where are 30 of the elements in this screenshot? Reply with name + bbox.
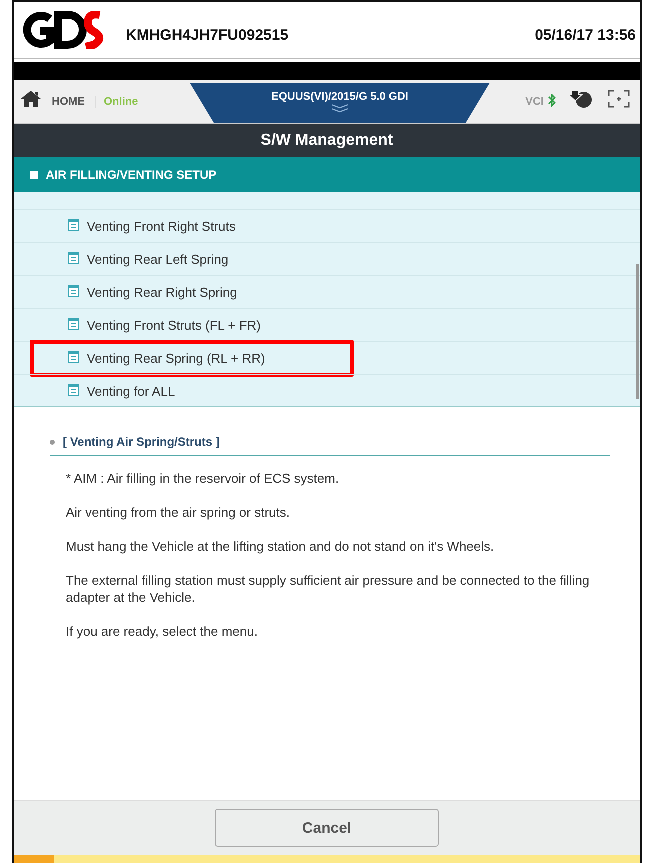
info-paragraph: The external filling station must supply sufficient air pressure and be connected to the filling adapter at the Vehicle.: [66, 572, 591, 606]
menu-item[interactable]: Venting Rear Spring (RL + RR): [14, 341, 640, 374]
info-paragraph: Air venting from the air spring or struts.: [66, 504, 291, 521]
document-icon: [68, 350, 79, 362]
document-icon: [68, 252, 79, 264]
section-header: AIR FILLING/VENTING SETUP: [14, 157, 640, 192]
info-paragraph: Must hang the Vehicle at the lifting station and do not stand on it's Wheels.: [66, 538, 496, 555]
bluetooth-icon: [548, 94, 556, 106]
menu-item[interactable]: Venting Rear Left Spring: [14, 242, 640, 275]
document-icon: [68, 318, 79, 330]
home-link[interactable]: HOME: [52, 96, 85, 108]
document-icon: [68, 284, 79, 296]
date-time: 05/16/17 13:56: [535, 26, 636, 44]
vehicle-tab[interactable]: EQUUS(VI)/2015/G 5.0 GDI: [190, 83, 490, 123]
fullscreen-icon[interactable]: [608, 90, 630, 108]
cancel-button[interactable]: Cancel: [215, 809, 439, 847]
home-icon[interactable]: [20, 90, 42, 108]
page-title: S/W Management: [14, 124, 640, 157]
document-icon: [68, 384, 79, 396]
globe-download-icon[interactable]: [570, 89, 594, 109]
menu-item[interactable]: Venting for ALL: [14, 374, 640, 407]
info-paragraph: If you are ready, select the menu.: [66, 623, 259, 640]
document-icon: [68, 218, 79, 230]
vin-number: KMHGH4JH7FU092515: [126, 26, 290, 44]
info-heading: [ Venting Air Spring/Struts ]: [63, 435, 220, 449]
info-paragraph: * AIM : Air filling in the reservoir of ECS system.: [66, 470, 340, 487]
menu-item[interactable]: Venting Front Right Struts: [14, 209, 640, 242]
chevron-icon[interactable]: [331, 104, 349, 112]
vci-status: VCI: [526, 94, 556, 110]
connection-status: Online: [95, 96, 138, 108]
